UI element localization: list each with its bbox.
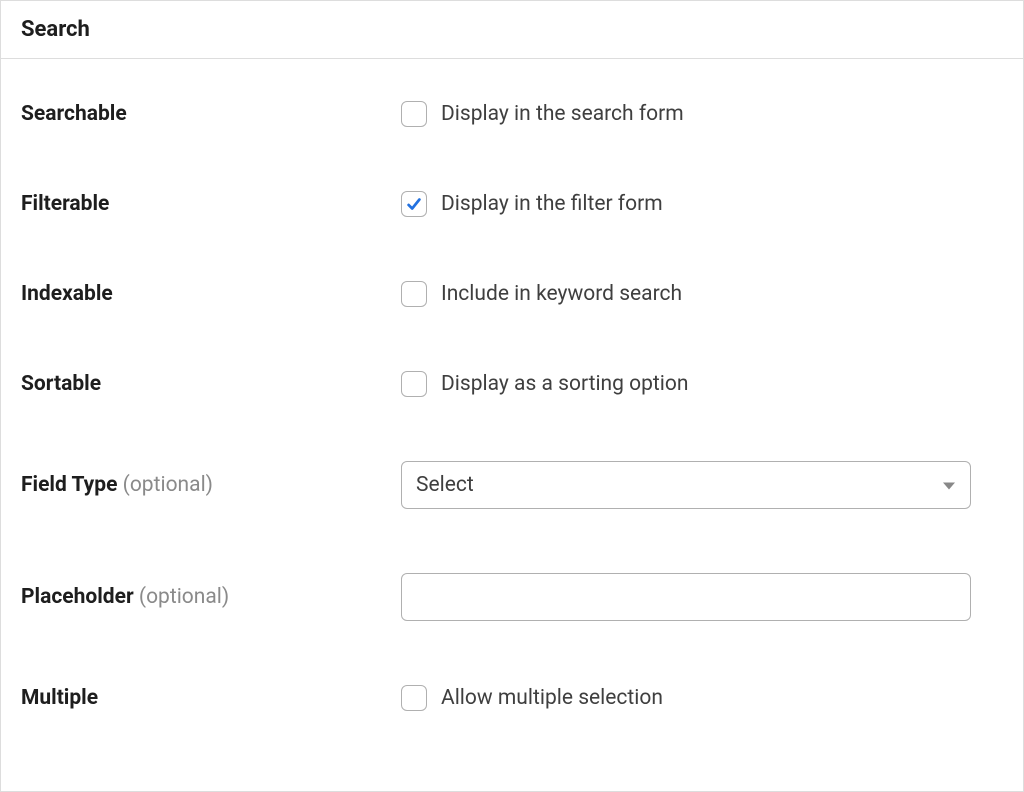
- label-placeholder-text: Placeholder: [21, 585, 134, 609]
- label-indexable: Indexable: [21, 282, 401, 306]
- row-field-type: Field Type (optional) Select: [1, 429, 1023, 541]
- control-placeholder: [401, 573, 1003, 621]
- select-wrap-field-type: Select: [401, 461, 971, 509]
- label-field-type-text: Field Type: [21, 473, 117, 497]
- placeholder-input[interactable]: [401, 573, 971, 621]
- panel-body: Searchable Display in the search form Fi…: [1, 59, 1023, 753]
- label-field-type: Field Type (optional): [21, 473, 401, 497]
- desc-filterable: Display in the filter form: [441, 192, 663, 216]
- row-multiple: Multiple Allow multiple selection: [1, 653, 1023, 743]
- desc-searchable: Display in the search form: [441, 102, 684, 126]
- select-field-type[interactable]: Select: [401, 461, 971, 509]
- row-sortable: Sortable Display as a sorting option: [1, 339, 1023, 429]
- check-icon: [405, 195, 423, 213]
- row-placeholder: Placeholder (optional): [1, 541, 1023, 653]
- label-filterable: Filterable: [21, 192, 401, 216]
- row-filterable: Filterable Display in the filter form: [1, 159, 1023, 249]
- label-sortable: Sortable: [21, 372, 401, 396]
- label-multiple: Multiple: [21, 686, 401, 710]
- row-indexable: Indexable Include in keyword search: [1, 249, 1023, 339]
- label-searchable: Searchable: [21, 102, 401, 126]
- label-placeholder: Placeholder (optional): [21, 585, 401, 609]
- checkbox-searchable[interactable]: [401, 101, 427, 127]
- checkbox-sortable[interactable]: [401, 371, 427, 397]
- panel-title: Search: [1, 1, 1023, 59]
- control-field-type: Select: [401, 461, 1003, 509]
- control-filterable: Display in the filter form: [401, 191, 1003, 217]
- checkbox-multiple[interactable]: [401, 685, 427, 711]
- desc-sortable: Display as a sorting option: [441, 372, 688, 396]
- checkbox-indexable[interactable]: [401, 281, 427, 307]
- desc-indexable: Include in keyword search: [441, 282, 682, 306]
- control-indexable: Include in keyword search: [401, 281, 1003, 307]
- select-field-type-value: Select: [416, 473, 474, 497]
- search-settings-panel: Search Searchable Display in the search …: [0, 0, 1024, 792]
- checkbox-filterable[interactable]: [401, 191, 427, 217]
- control-sortable: Display as a sorting option: [401, 371, 1003, 397]
- label-placeholder-hint: (optional): [139, 585, 229, 609]
- desc-multiple: Allow multiple selection: [441, 686, 663, 710]
- row-searchable: Searchable Display in the search form: [1, 69, 1023, 159]
- control-multiple: Allow multiple selection: [401, 685, 1003, 711]
- control-searchable: Display in the search form: [401, 101, 1003, 127]
- label-field-type-hint: (optional): [123, 473, 213, 497]
